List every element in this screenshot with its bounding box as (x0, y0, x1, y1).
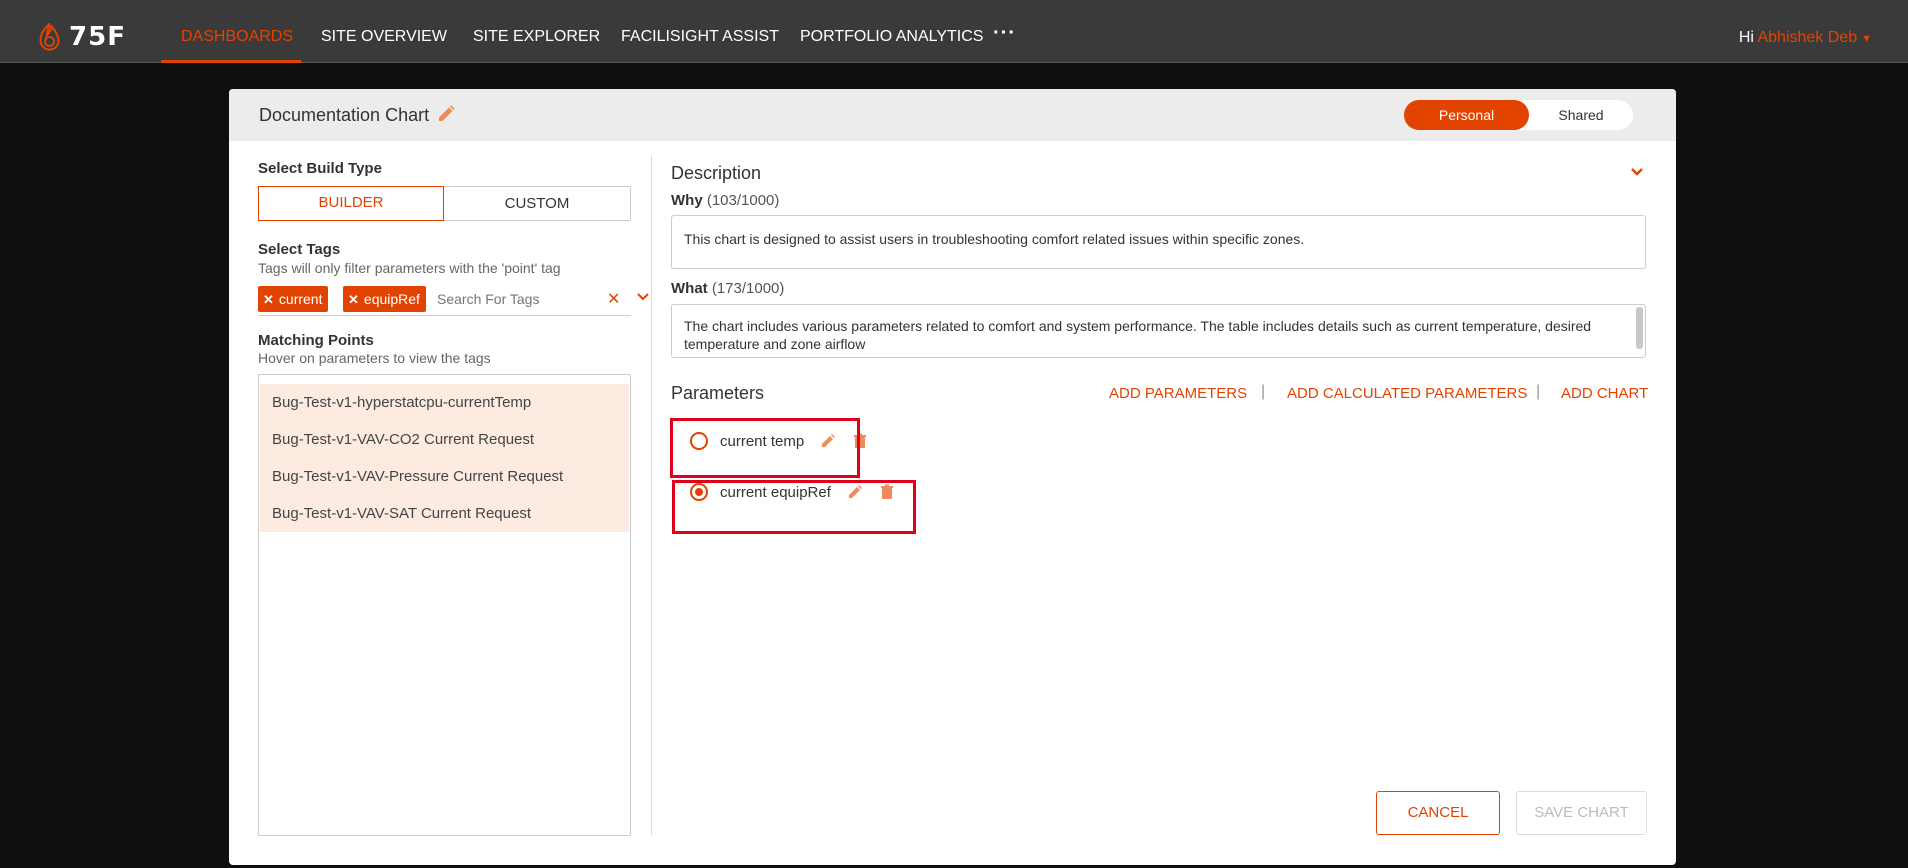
parameters-title: Parameters (671, 383, 765, 403)
add-parameters-link[interactable]: ADD PARAMETERS (1109, 385, 1247, 402)
list-item[interactable]: Bug-Test-v1-VAV-CO2 Current Request (260, 421, 629, 458)
edit-title-pencil-icon[interactable] (436, 104, 456, 124)
matching-points-hint: Hover on parameters to view the tags (258, 350, 491, 366)
modal-title: Documentation Chart (259, 105, 430, 125)
user-greeting[interactable]: Hi Abhishek Deb ▼ (1739, 0, 1872, 63)
tag-chip-label: equipRef (363, 291, 420, 307)
why-char-count: (103/1000) (706, 192, 780, 209)
nav-site-explorer[interactable]: SITE EXPLORER (473, 0, 600, 63)
what-textarea-text: The chart includes various parameters re… (684, 318, 1592, 352)
visibility-toggle: Personal Shared (1404, 100, 1633, 130)
highlight-box (672, 480, 916, 534)
tag-search-input[interactable] (437, 286, 557, 312)
flame-logo-icon (39, 22, 60, 51)
toggle-shared[interactable]: Shared (1529, 100, 1633, 130)
chart-builder-modal: Documentation Chart Personal Shared Sele… (229, 89, 1676, 865)
toggle-personal[interactable]: Personal (1404, 100, 1529, 130)
what-textarea[interactable]: The chart includes various parameters re… (671, 304, 1646, 358)
nav-active-indicator (161, 60, 301, 63)
tag-chip-current[interactable]: ✕ current (258, 286, 329, 312)
action-separator: | (1536, 383, 1541, 400)
chevron-down-icon: ▼ (1861, 33, 1872, 45)
remove-tag-icon[interactable]: ✕ (348, 292, 359, 307)
cancel-button[interactable]: CANCEL (1376, 791, 1500, 835)
save-chart-button[interactable]: SAVE CHART (1516, 791, 1647, 835)
nav-dashboards[interactable]: DASHBOARDS (181, 0, 293, 63)
add-chart-link[interactable]: ADD CHART (1561, 385, 1648, 402)
matching-points-list: Bug-Test-v1-hyperstatcpu-currentTemp Bug… (258, 374, 631, 836)
greeting-prefix: Hi (1738, 29, 1754, 46)
points-list-items: Bug-Test-v1-hyperstatcpu-currentTemp Bug… (260, 384, 629, 532)
user-name: Abhishek Deb (1757, 29, 1858, 46)
add-calculated-parameters-link[interactable]: ADD CALCULATED PARAMETERS (1287, 385, 1527, 402)
build-type-builder-button[interactable]: BUILDER (258, 186, 444, 221)
nav-more-icon[interactable]: ··· (993, 22, 1016, 45)
chevron-down-icon[interactable] (636, 290, 650, 304)
panel-divider (651, 155, 652, 836)
what-char-count: (173/1000) (711, 280, 785, 297)
select-tags-hint: Tags will only filter parameters with th… (258, 260, 561, 276)
top-nav-bar: 75F DASHBOARDS SITE OVERVIEW SITE EXPLOR… (0, 0, 1908, 63)
nav-portfolio-analytics[interactable]: PORTFOLIO ANALYTICS (800, 0, 983, 63)
background-ghost-text (20, 82, 24, 99)
action-separator: | (1261, 383, 1266, 400)
highlight-box (670, 418, 860, 478)
description-title: Description (671, 163, 762, 183)
list-item[interactable]: Bug-Test-v1-hyperstatcpu-currentTemp (260, 384, 629, 421)
list-item[interactable]: Bug-Test-v1-VAV-SAT Current Request (260, 495, 629, 532)
what-label: What (173/1000) (671, 280, 784, 297)
collapse-chevron-icon[interactable] (1629, 164, 1645, 180)
tag-selector: ✕ current ✕ equipRef ✕ (258, 286, 649, 316)
app-logo[interactable]: 75F (36, 20, 126, 54)
build-type-segmented: BUILDER CUSTOM (258, 186, 631, 221)
logo-text: 75F (69, 22, 126, 52)
tag-chip-label: current (278, 291, 323, 307)
build-type-label: Select Build Type (258, 160, 382, 177)
clear-tags-icon[interactable]: ✕ (607, 289, 620, 309)
why-label: Why (103/1000) (671, 192, 779, 209)
matching-points-label: Matching Points (258, 332, 374, 349)
scrollbar-thumb[interactable] (1636, 307, 1643, 349)
modal-header: Documentation Chart Personal Shared (229, 89, 1676, 141)
why-textarea[interactable]: This chart is designed to assist users i… (671, 215, 1646, 269)
remove-tag-icon[interactable]: ✕ (263, 292, 274, 307)
why-label-text: Why (671, 192, 703, 209)
tag-chip-equipref[interactable]: ✕ equipRef (343, 286, 426, 312)
build-type-custom-button[interactable]: CUSTOM (444, 187, 630, 220)
nav-site-overview[interactable]: SITE OVERVIEW (321, 0, 447, 63)
what-label-text: What (671, 280, 708, 297)
nav-facilisight-assist[interactable]: FACILISIGHT ASSIST (621, 0, 779, 63)
list-item[interactable]: Bug-Test-v1-VAV-Pressure Current Request (260, 458, 629, 495)
select-tags-label: Select Tags (258, 241, 341, 258)
